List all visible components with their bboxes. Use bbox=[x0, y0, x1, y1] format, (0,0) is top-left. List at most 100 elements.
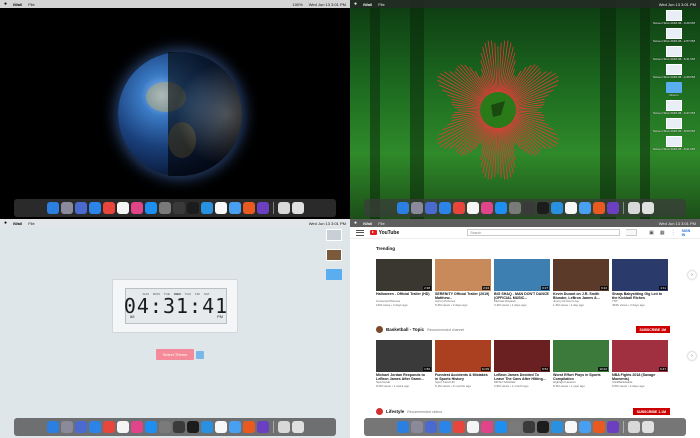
desktop-file-icon[interactable]: Screen Shot 2018-06...5.41 PM bbox=[653, 46, 695, 61]
dock-app-icon[interactable] bbox=[592, 421, 605, 433]
channel-name[interactable]: Lifestyle bbox=[386, 409, 404, 414]
dock-app-icon[interactable] bbox=[256, 202, 269, 214]
file-menu[interactable]: File bbox=[28, 2, 34, 7]
video-thumbnail[interactable]: 6:47 bbox=[612, 340, 668, 372]
dock-app-icon[interactable] bbox=[424, 421, 437, 433]
next-arrow-icon[interactable]: › bbox=[688, 271, 696, 279]
search-input[interactable]: Search bbox=[467, 229, 620, 236]
dock-app-icon[interactable] bbox=[452, 202, 465, 214]
theme-settings-button[interactable] bbox=[196, 351, 204, 359]
dock-app-icon[interactable] bbox=[522, 202, 535, 214]
video-thumbnail[interactable]: 8:52 bbox=[494, 340, 550, 372]
video-card[interactable]: 10:22 Worst Effort Plays in Sports Compil… bbox=[553, 340, 609, 388]
sign-in-button[interactable]: SIGN IN bbox=[682, 229, 694, 237]
dock-app-icon[interactable] bbox=[186, 421, 199, 433]
menubar-clock[interactable]: Wed Jun 13 3:01 PM bbox=[659, 2, 696, 7]
dock-app-icon[interactable] bbox=[438, 421, 451, 433]
dock-app-icon[interactable] bbox=[536, 421, 549, 433]
desktop-file-icon[interactable]: Screen Shot 2018-06...2.57 PM bbox=[653, 28, 695, 43]
dock-app-icon[interactable] bbox=[46, 202, 59, 214]
dock-app-icon[interactable] bbox=[424, 202, 437, 214]
upload-icon[interactable]: ▣ bbox=[649, 230, 654, 236]
video-thumbnail[interactable]: 11:09 bbox=[435, 340, 491, 372]
dock-app-icon[interactable] bbox=[641, 421, 654, 433]
dock-app-icon[interactable] bbox=[116, 202, 129, 214]
dock-app-icon[interactable] bbox=[536, 202, 549, 214]
dock-app-icon[interactable] bbox=[172, 421, 185, 433]
video-card[interactable]: 1:56 Michael Jordan Responds to LeBron Ja… bbox=[376, 340, 432, 388]
dock-app-icon[interactable] bbox=[410, 202, 423, 214]
menubar-clock[interactable]: Wed Jun 13 3:01 PM bbox=[309, 2, 346, 7]
apple-menu-icon[interactable]: ● bbox=[4, 220, 7, 226]
dock-app-icon[interactable] bbox=[396, 421, 409, 433]
dock-app-icon[interactable] bbox=[116, 421, 129, 433]
dock-app-icon[interactable] bbox=[494, 421, 507, 433]
dock-app-icon[interactable] bbox=[291, 202, 304, 214]
video-thumbnail[interactable]: 6:22 bbox=[553, 259, 609, 291]
video-thumbnail[interactable]: 3:17 bbox=[494, 259, 550, 291]
dock-app-icon[interactable] bbox=[74, 202, 87, 214]
menubar-clock[interactable]: Wed Jun 13 3:01 PM bbox=[659, 221, 696, 226]
folder-icon[interactable] bbox=[326, 269, 342, 280]
app-menu[interactable]: iWall bbox=[363, 2, 372, 7]
file-menu[interactable]: File bbox=[378, 221, 384, 226]
video-card[interactable]: 11:09 Funniest Accidents & Mistakes in Sp… bbox=[435, 340, 491, 388]
desktop-file-icon[interactable]: Screen Shot 2018-06...8.59 PM bbox=[653, 118, 695, 133]
dock-app-icon[interactable] bbox=[508, 202, 521, 214]
dock-app-icon[interactable] bbox=[228, 202, 241, 214]
dock-app-icon[interactable] bbox=[641, 202, 654, 214]
dock-app-icon[interactable] bbox=[144, 202, 157, 214]
desktop-file-icon[interactable]: Droom bbox=[666, 82, 682, 97]
dock-app-icon[interactable] bbox=[88, 202, 101, 214]
search-button[interactable] bbox=[625, 229, 638, 236]
next-arrow-icon[interactable]: › bbox=[688, 352, 696, 360]
subscribe-button[interactable]: SUBSCRIBE 1M bbox=[635, 326, 670, 333]
desktop-file-icon[interactable]: Screen Shot 2018-06...4.49 PM bbox=[653, 64, 695, 79]
channel-name[interactable]: Basketball - Topic bbox=[386, 327, 424, 332]
dock-app-icon[interactable] bbox=[158, 421, 171, 433]
dock-app-icon[interactable] bbox=[200, 202, 213, 214]
app-menu[interactable]: iWall bbox=[13, 2, 22, 7]
app-menu[interactable]: iWall bbox=[363, 221, 372, 226]
video-card[interactable]: 6:47 NBA Fights 2018 (Savage Moments) Clic… bbox=[612, 340, 668, 388]
dock-app-icon[interactable] bbox=[144, 421, 157, 433]
screenshot-file-icon[interactable] bbox=[326, 249, 342, 261]
dock-app-icon[interactable] bbox=[60, 202, 73, 214]
dock-app-icon[interactable] bbox=[627, 202, 640, 214]
hamburger-menu-icon[interactable] bbox=[356, 229, 364, 236]
dock-app-icon[interactable] bbox=[452, 421, 465, 433]
video-thumbnail[interactable]: 10:22 bbox=[553, 340, 609, 372]
channel-avatar[interactable] bbox=[376, 326, 383, 333]
menubar-clock[interactable]: Wed Jun 13 3:01 PM bbox=[309, 221, 346, 226]
dock-app-icon[interactable] bbox=[277, 421, 290, 433]
video-title[interactable]: Shaqs Babysitting Gig Led to the Kickbal… bbox=[612, 292, 668, 300]
dock-app-icon[interactable] bbox=[291, 421, 304, 433]
dock-app-icon[interactable] bbox=[396, 202, 409, 214]
youtube-logo[interactable]: YouTube bbox=[369, 230, 399, 236]
dock-app-icon[interactable] bbox=[438, 202, 451, 214]
dock-app-icon[interactable] bbox=[480, 421, 493, 433]
dock-app-icon[interactable] bbox=[410, 421, 423, 433]
video-thumbnail[interactable]: 2:38 bbox=[376, 259, 432, 291]
apple-menu-icon[interactable]: ● bbox=[354, 220, 357, 226]
dock-app-icon[interactable] bbox=[522, 421, 535, 433]
subscribe-button[interactable]: SUBSCRIBE 1.1M bbox=[632, 408, 670, 415]
file-menu[interactable]: File bbox=[378, 2, 384, 7]
dock-app-icon[interactable] bbox=[228, 421, 241, 433]
dock-app-icon[interactable] bbox=[508, 421, 521, 433]
desktop-file-icon[interactable]: Screen Shot 2018-06...3.20 PM bbox=[653, 10, 695, 25]
apple-menu-icon[interactable]: ● bbox=[354, 1, 357, 7]
dock-app-icon[interactable] bbox=[627, 421, 640, 433]
video-thumbnail[interactable]: 1:56 bbox=[376, 340, 432, 372]
dock-app-icon[interactable] bbox=[606, 421, 619, 433]
dock-app-icon[interactable] bbox=[466, 202, 479, 214]
apple-menu-icon[interactable]: ● bbox=[4, 1, 7, 7]
app-menu[interactable]: iWall bbox=[13, 221, 22, 226]
dock-app-icon[interactable] bbox=[256, 421, 269, 433]
dock-app-icon[interactable] bbox=[130, 421, 143, 433]
dock-app-icon[interactable] bbox=[60, 421, 73, 433]
apps-icon[interactable]: ▦ bbox=[660, 230, 665, 236]
select-theme-button[interactable]: Select Theme bbox=[156, 349, 194, 360]
dock-app-icon[interactable] bbox=[480, 202, 493, 214]
dock-app-icon[interactable] bbox=[277, 202, 290, 214]
